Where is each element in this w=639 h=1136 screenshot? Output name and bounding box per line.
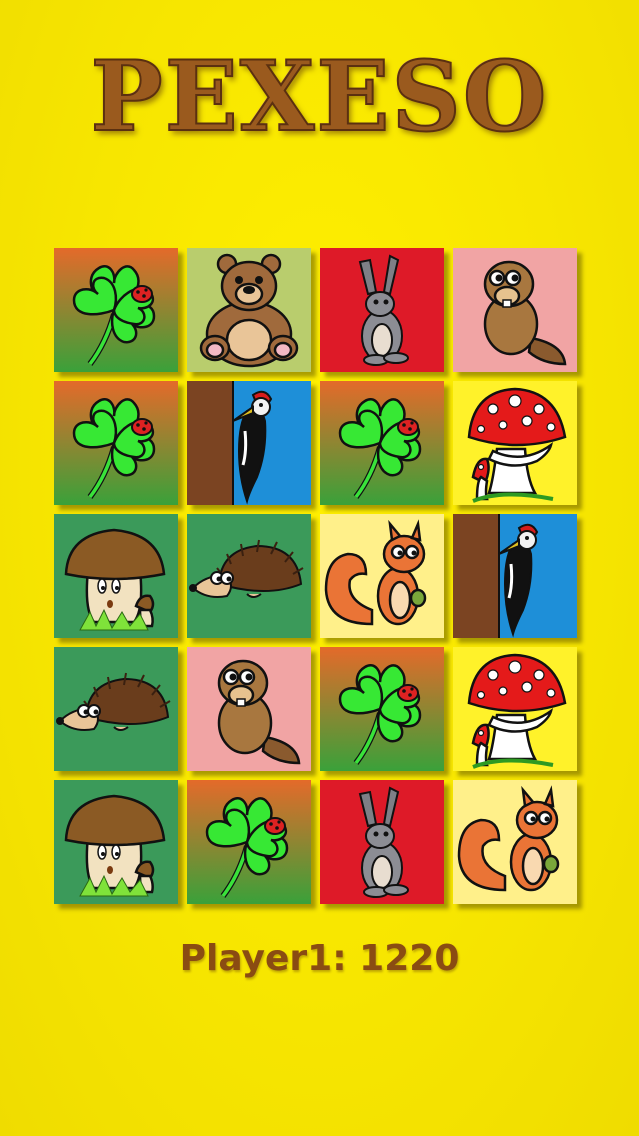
woodpecker-icon xyxy=(187,381,311,505)
rabbit-icon xyxy=(320,248,444,372)
card-clover[interactable] xyxy=(54,248,178,372)
card-squirrel[interactable] xyxy=(453,780,577,904)
card-clover[interactable] xyxy=(54,381,178,505)
amanita-icon xyxy=(453,381,577,505)
game-title: PEXESO xyxy=(90,39,549,154)
woodpecker-icon xyxy=(453,514,577,638)
player-points: 1220 xyxy=(359,938,460,979)
hedgehog-icon xyxy=(54,647,178,771)
card-clover[interactable] xyxy=(320,647,444,771)
rabbit-icon xyxy=(320,780,444,904)
porcini-icon xyxy=(54,514,178,638)
card-rabbit[interactable] xyxy=(320,780,444,904)
card-bear[interactable] xyxy=(187,248,311,372)
hedgehog-icon xyxy=(187,514,311,638)
card-woodpecker[interactable] xyxy=(187,381,311,505)
card-squirrel[interactable] xyxy=(320,514,444,638)
amanita-icon xyxy=(453,647,577,771)
card-hedgehog[interactable] xyxy=(187,514,311,638)
card-rabbit[interactable] xyxy=(320,248,444,372)
porcini-icon xyxy=(54,780,178,904)
card-porcini[interactable] xyxy=(54,514,178,638)
card-clover[interactable] xyxy=(320,381,444,505)
card-woodpecker[interactable] xyxy=(453,514,577,638)
card-board xyxy=(54,248,577,904)
card-fly-agaric[interactable] xyxy=(453,381,577,505)
clover-icon xyxy=(54,381,178,505)
card-hedgehog[interactable] xyxy=(54,647,178,771)
bear-icon xyxy=(187,248,311,372)
clover-icon xyxy=(54,248,178,372)
clover-icon xyxy=(187,780,311,904)
squirrel-icon xyxy=(320,514,444,638)
score-display: Player1: 1220 xyxy=(0,938,639,979)
squirrel-icon xyxy=(453,780,577,904)
clover-icon xyxy=(320,647,444,771)
player-label: Player1: xyxy=(179,938,347,979)
card-porcini[interactable] xyxy=(54,780,178,904)
beaver-icon xyxy=(187,647,311,771)
beaver-icon xyxy=(453,248,577,372)
card-clover[interactable] xyxy=(187,780,311,904)
clover-icon xyxy=(320,381,444,505)
card-fly-agaric[interactable] xyxy=(453,647,577,771)
card-beaver[interactable] xyxy=(453,248,577,372)
card-beaver[interactable] xyxy=(187,647,311,771)
